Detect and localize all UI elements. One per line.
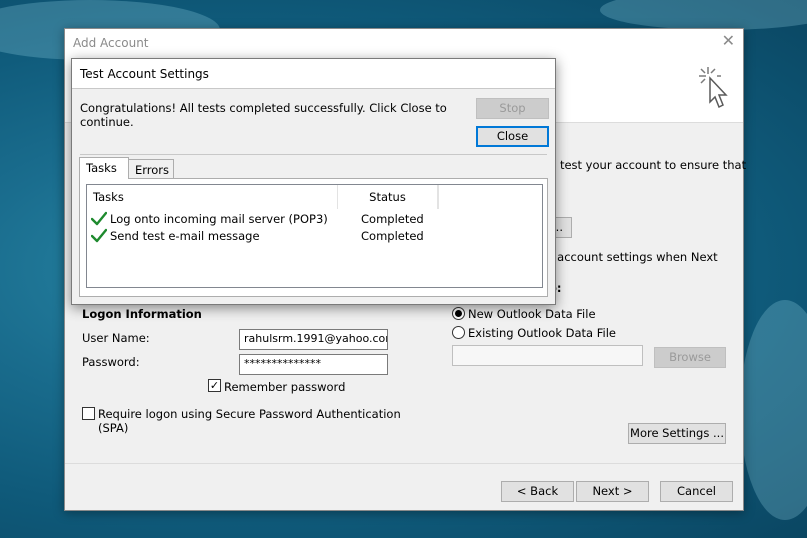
tasks-list: Tasks Status Log onto incoming mail serv…: [86, 184, 543, 288]
logon-information-heading: Logon Information: [82, 307, 202, 321]
tab-errors[interactable]: Errors: [128, 159, 174, 179]
success-message: Congratulations! All tests completed suc…: [80, 101, 447, 115]
window-title: Add Account: [73, 36, 149, 50]
table-row: Log onto incoming mail server (POP3) Com…: [87, 211, 542, 230]
existing-data-file-label[interactable]: Existing Outlook Data File: [468, 326, 616, 340]
wallpaper-light-streak: [740, 300, 807, 520]
spa-label-continued: (SPA): [98, 421, 129, 435]
remember-password-label[interactable]: Remember password: [224, 380, 345, 394]
back-button[interactable]: < Back: [501, 481, 574, 502]
task-status: Completed: [361, 229, 424, 243]
test-account-settings-dialog: Test Account Settings Congratulations! A…: [71, 58, 556, 305]
column-header-empty: [438, 185, 439, 209]
success-message-continued: continue.: [80, 115, 134, 129]
more-settings-button[interactable]: More Settings ...: [628, 423, 726, 444]
dialog-title: Test Account Settings: [80, 67, 209, 81]
spa-label[interactable]: Require logon using Secure Password Auth…: [98, 407, 401, 421]
tasks-panel: Tasks Status Log onto incoming mail serv…: [79, 178, 548, 297]
spa-checkbox[interactable]: [82, 407, 95, 420]
remember-password-checkbox[interactable]: ✓: [208, 379, 221, 392]
stop-button[interactable]: Stop: [476, 98, 549, 119]
column-header-status[interactable]: Status: [338, 185, 438, 209]
column-header-tasks[interactable]: Tasks: [87, 185, 338, 209]
new-data-file-radio[interactable]: [452, 307, 465, 320]
close-icon[interactable]: ✕: [722, 33, 735, 49]
task-status: Completed: [361, 212, 424, 226]
test-settings-description: u test your account to ensure that: [549, 158, 747, 172]
wallpaper-light-streak: [600, 0, 807, 30]
task-name: Send test e-mail message: [110, 229, 260, 243]
data-file-path-field[interactable]: [452, 345, 643, 366]
cancel-button[interactable]: Cancel: [660, 481, 733, 502]
wizard-footer: < Back Next > Cancel: [65, 463, 743, 510]
dialog-title-bar: Test Account Settings: [72, 59, 555, 89]
check-icon: [91, 211, 107, 226]
task-name: Log onto incoming mail server (POP3): [110, 212, 328, 226]
tab-tasks[interactable]: Tasks: [79, 157, 129, 179]
cursor-click-icon: [699, 67, 728, 109]
auto-test-description: t account settings when Next: [549, 250, 718, 264]
new-data-file-label[interactable]: New Outlook Data File: [468, 307, 596, 321]
password-field[interactable]: **************: [239, 354, 388, 375]
user-name-label: User Name:: [82, 331, 150, 345]
close-button[interactable]: Close: [476, 126, 549, 147]
table-row: Send test e-mail message Completed: [87, 228, 542, 247]
user-name-field[interactable]: rahulsrm.1991@yahoo.com: [239, 329, 388, 350]
check-icon: [91, 228, 107, 243]
password-label: Password:: [82, 355, 140, 369]
existing-data-file-radio[interactable]: [452, 326, 465, 339]
next-button[interactable]: Next >: [576, 481, 649, 502]
browse-button[interactable]: Browse: [654, 347, 726, 368]
tabs-divider: [80, 154, 547, 155]
